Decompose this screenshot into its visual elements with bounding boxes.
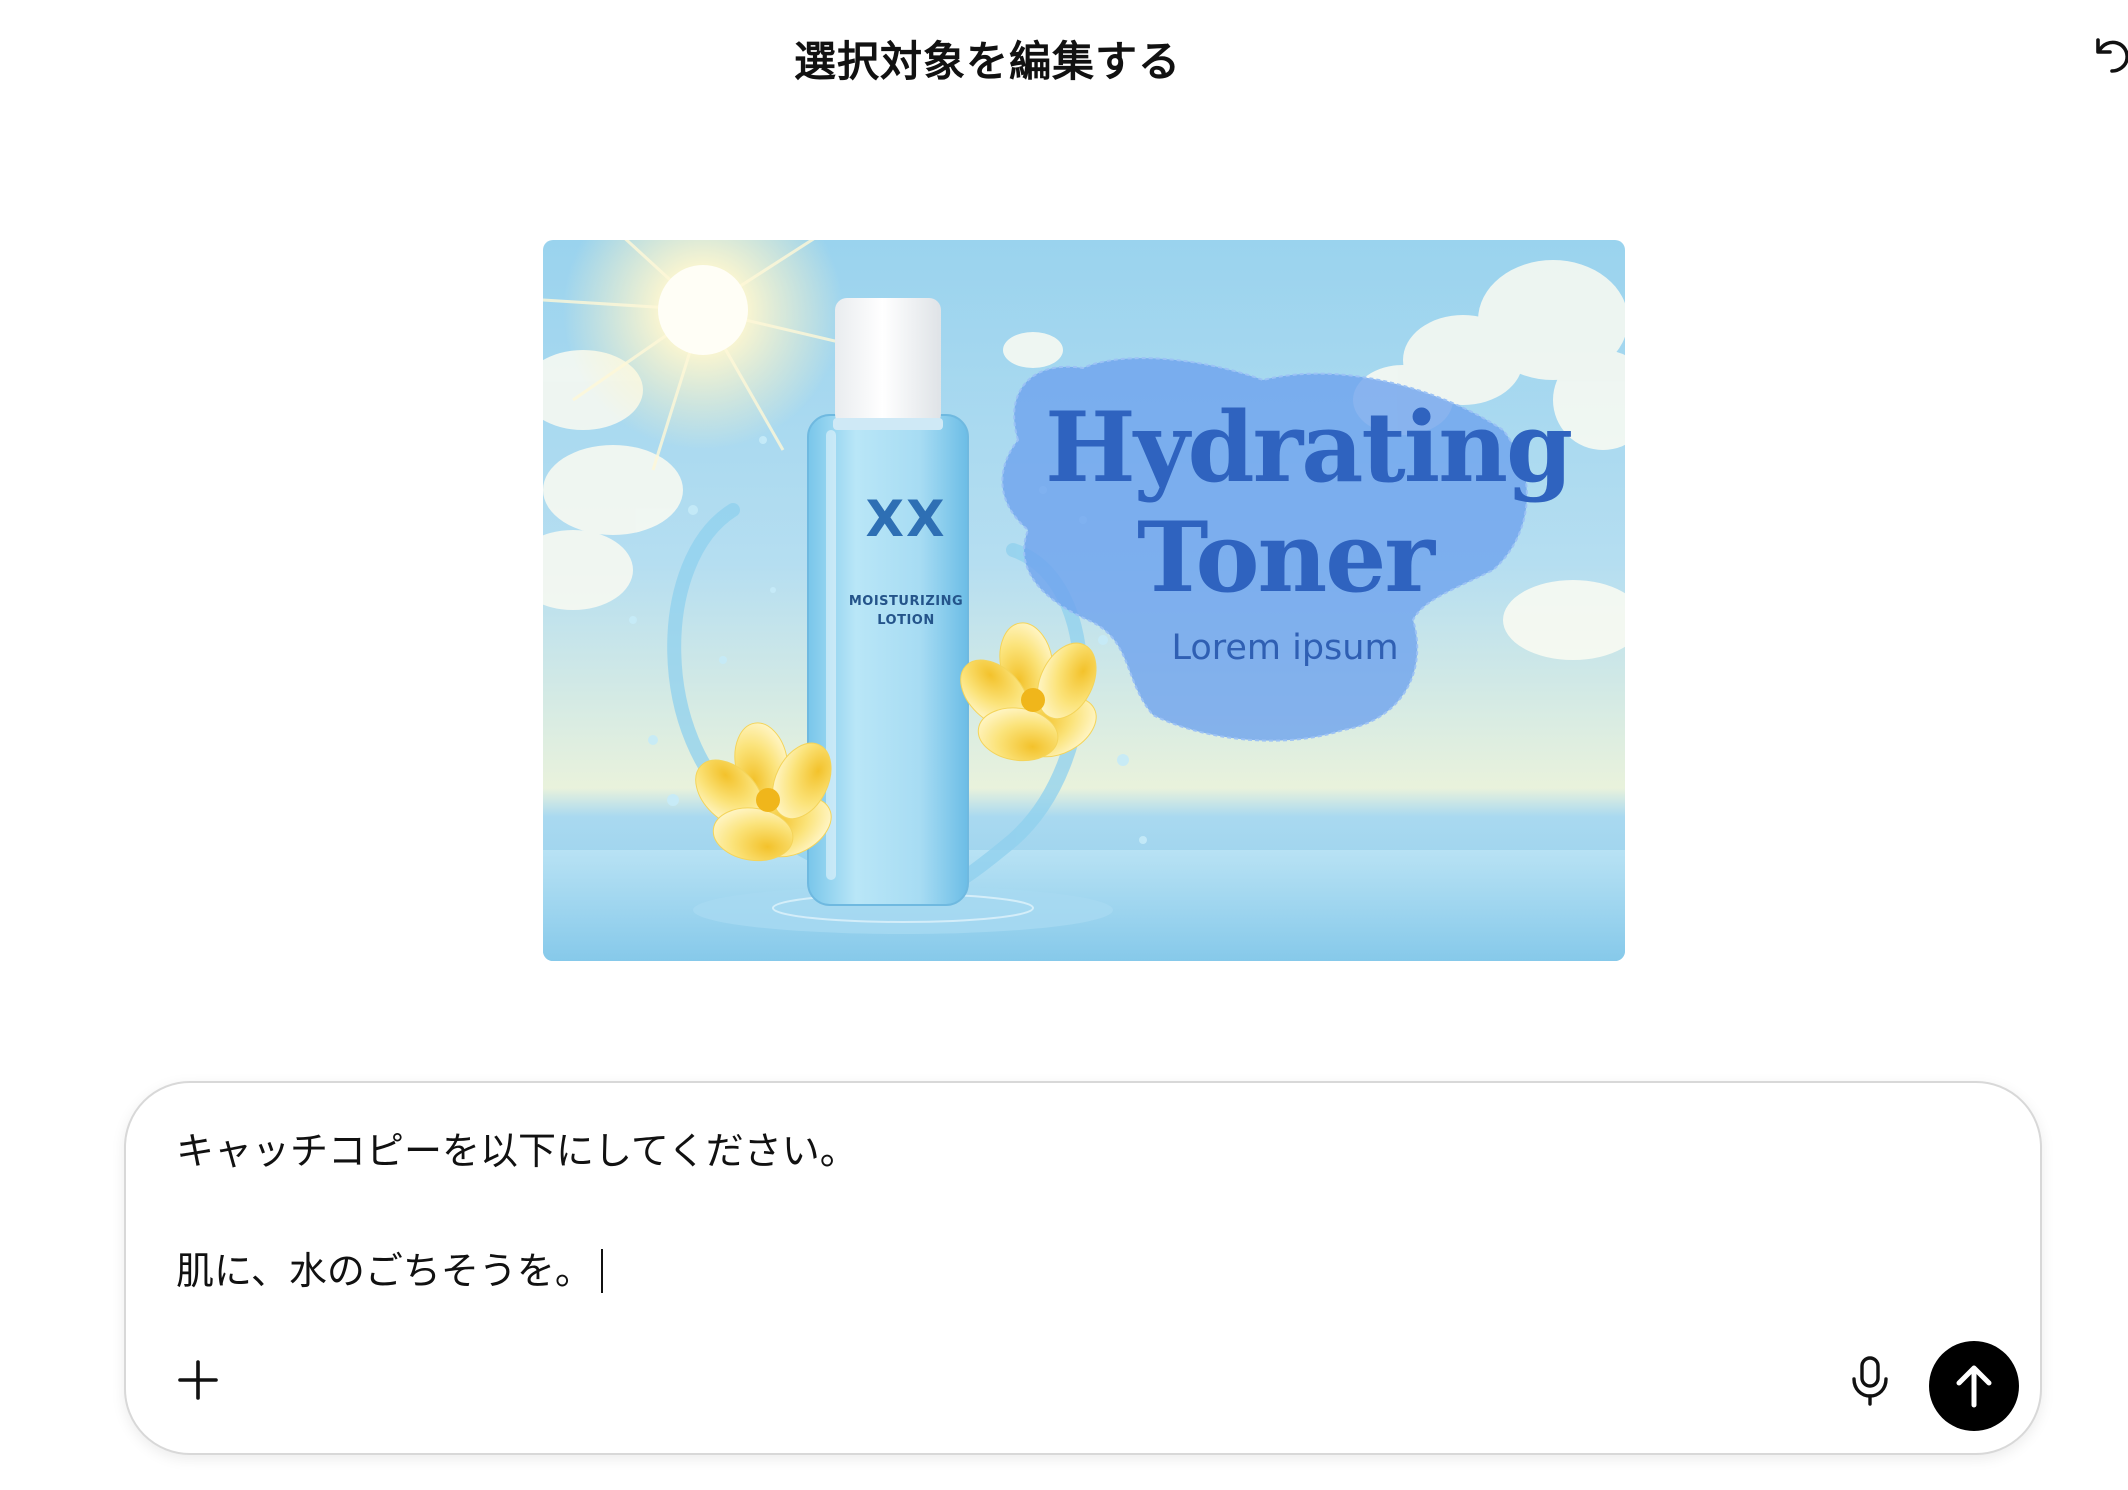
prompt-line2-wrap: 肌に、水のごちそうを。	[176, 1241, 1980, 1301]
prompt-composer[interactable]: キャッチコピーを以下にしてください。 肌に、水のごちそうを。	[124, 1081, 2042, 1455]
edit-selection-page: 選択対象を編集する XX MOISTURIZING LOTION Hydrati…	[0, 0, 2128, 1490]
arrow-up-icon	[1956, 1365, 1992, 1408]
plus-icon	[178, 1360, 218, 1400]
prompt-line1: キャッチコピーを以下にしてください。	[176, 1129, 858, 1173]
headline-subtext: Lorem ipsum	[1171, 628, 1399, 668]
bottle-label: MOISTURIZING LOTION	[843, 592, 969, 630]
bottle-brand-text: XX	[865, 490, 947, 548]
page-title: 選択対象を編集する	[794, 37, 1182, 86]
headline-line1: Hydrating	[1045, 391, 1573, 504]
prompt-input[interactable]: キャッチコピーを以下にしてください。 肌に、水のごちそうを。	[176, 1121, 1980, 1301]
ad-image[interactable]: XX MOISTURIZING LOTION Hydrating Toner L…	[543, 240, 1625, 961]
add-attachment-button[interactable]	[176, 1358, 220, 1402]
headline-line2: Toner	[1137, 501, 1435, 614]
undo-icon	[2096, 38, 2128, 73]
bottle-label-line2: LOTION	[877, 613, 935, 628]
undo-button[interactable]	[2088, 32, 2128, 76]
prompt-blank-line	[176, 1181, 1980, 1241]
microphone-icon	[1852, 1356, 1888, 1406]
voice-input-button[interactable]	[1846, 1355, 1894, 1407]
send-button[interactable]	[1929, 1341, 2019, 1431]
prompt-line2: 肌に、水のごちそうを。	[176, 1249, 593, 1293]
bottle-label-line1: MOISTURIZING	[848, 594, 964, 609]
text-caret	[600, 1248, 603, 1293]
